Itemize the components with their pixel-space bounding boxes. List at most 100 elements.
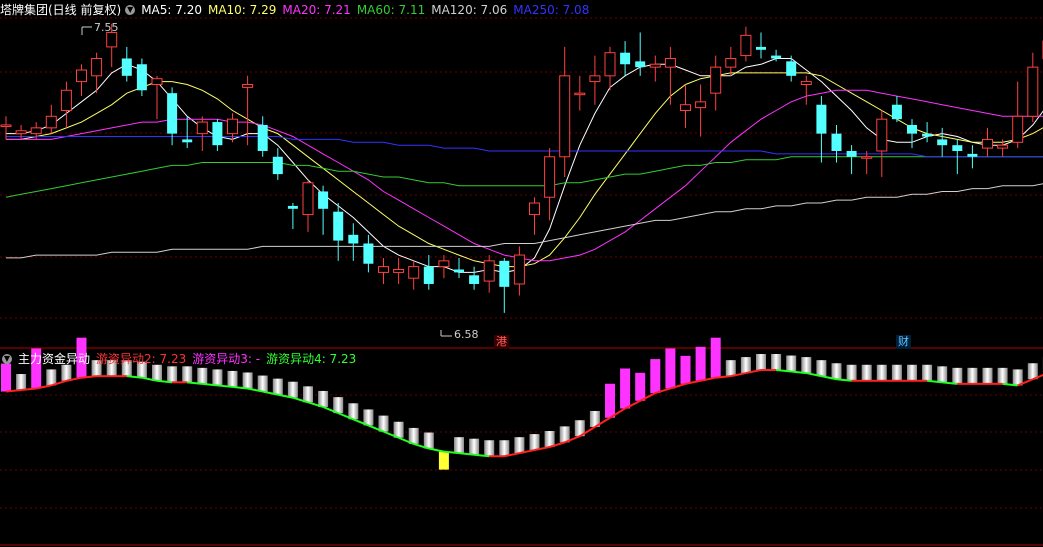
candle-body: [891, 104, 902, 120]
sub-bar: [967, 367, 978, 384]
candle-body: [121, 58, 132, 76]
candle-body: [664, 57, 676, 68]
sub-settings-gear-icon[interactable]: ▼: [2, 354, 12, 364]
sub-bar: [740, 357, 751, 374]
candle-body: [907, 124, 917, 134]
ma20-line: [6, 89, 1043, 262]
candle-body: [136, 64, 147, 91]
ma60-line: [5, 156, 1043, 198]
sub-bar: [454, 437, 464, 454]
candle-body: [212, 122, 223, 146]
candle-body: [589, 75, 601, 83]
sub-bar: [620, 368, 631, 409]
candle-body: [846, 150, 857, 157]
candle-body: [438, 260, 450, 268]
candle-body: [740, 34, 752, 57]
settings-gear-icon[interactable]: ▼: [125, 5, 136, 15]
sub-bar: [756, 354, 766, 370]
sub-bar: [786, 355, 797, 372]
candle-body: [680, 104, 691, 112]
candle-body: [952, 145, 963, 151]
candle-body: [287, 205, 298, 209]
sub-bar: [982, 367, 993, 384]
candle-body: [529, 202, 540, 216]
candle-body: [816, 104, 827, 134]
low-price-label: 6.58: [454, 328, 479, 341]
candle-body: [483, 260, 495, 282]
main-legend: 塔牌集团(日线 前复权) ▼ MA5: 7.20 MA10: 7.29 MA20…: [0, 1, 595, 19]
candle-body: [771, 55, 782, 59]
sub-bar: [710, 337, 721, 378]
sub-bar: [650, 359, 661, 394]
ma250-label: MA250: 7.08: [513, 3, 590, 17]
candle-body: [378, 266, 389, 273]
sub-bar: [937, 366, 948, 383]
sub-bar: [16, 374, 27, 391]
sub-bar: [907, 364, 917, 381]
sub-bar: [182, 366, 193, 383]
sub-bar: [846, 364, 857, 381]
sub-bar: [242, 372, 253, 389]
event-marker-gang[interactable]: 港: [494, 335, 509, 349]
candle-body: [997, 144, 1009, 149]
candle-body: [106, 31, 118, 48]
sub-bar: [257, 375, 268, 392]
candle-body: [786, 61, 797, 76]
sub-bar: [46, 369, 57, 386]
sub-bar: [816, 360, 827, 377]
sub-bar: [499, 440, 510, 457]
candle-body: [91, 57, 103, 77]
sub-bar: [529, 434, 540, 451]
high-price-label: 7.55: [94, 21, 119, 34]
sub-bar: [544, 431, 555, 447]
sub-bar: [680, 355, 691, 384]
candle-body: [604, 52, 616, 77]
candle-body: [454, 269, 464, 273]
sub-bar: [831, 363, 842, 380]
candle-body: [982, 138, 993, 149]
candle-body: [1027, 66, 1039, 117]
candle-body: [861, 156, 873, 159]
candle-body: [1012, 115, 1024, 143]
sub-bar: [771, 354, 782, 370]
candle-body: [318, 191, 329, 209]
candle-body: [620, 52, 631, 65]
candle-body: [333, 211, 344, 241]
sub-bar: [287, 381, 298, 398]
candle-body: [408, 266, 420, 279]
event-marker-cai[interactable]: 财: [896, 335, 911, 349]
candle-body: [756, 46, 766, 50]
sub-bar: [514, 437, 525, 454]
sub-bar: [272, 378, 283, 395]
candle-body: [876, 118, 888, 152]
candle-body: [302, 182, 314, 216]
candle-body: [423, 266, 434, 284]
ma10-label: MA10: 7.29: [207, 3, 277, 17]
sub-bar: [438, 451, 449, 470]
candle-body: [635, 61, 646, 68]
ma20-label: MA20: 7.21: [282, 3, 351, 17]
candle-body: [0, 124, 12, 127]
candle-body: [393, 269, 405, 273]
candle-body: [695, 101, 707, 109]
candle-body: [45, 115, 57, 129]
candle-body: [559, 75, 571, 158]
sub-bar: [891, 364, 902, 381]
candle-body: [242, 83, 254, 88]
ma5-line: [6, 58, 1043, 273]
ma250-line: [6, 136, 1043, 158]
candle-body: [272, 156, 283, 175]
sub-bar: [227, 370, 238, 387]
candle-body: [937, 139, 948, 146]
candle-body: [363, 243, 374, 264]
candle-body: [257, 124, 268, 151]
sub-bar: [303, 386, 313, 403]
sub-line-segment: [428, 447, 445, 453]
candle-body: [967, 153, 978, 157]
sub-series-3-label: 游资异动3: -: [192, 352, 261, 366]
candle-body: [30, 127, 42, 135]
candle-body: [800, 81, 812, 85]
sub-bar: [922, 364, 933, 381]
sub-legend: ▼ 主力资金异动 游资异动2: 7.23 游资异动3: - 游资异动4: 7.2…: [0, 350, 362, 368]
kline-chart[interactable]: 7.55 6.58: [0, 0, 1043, 547]
